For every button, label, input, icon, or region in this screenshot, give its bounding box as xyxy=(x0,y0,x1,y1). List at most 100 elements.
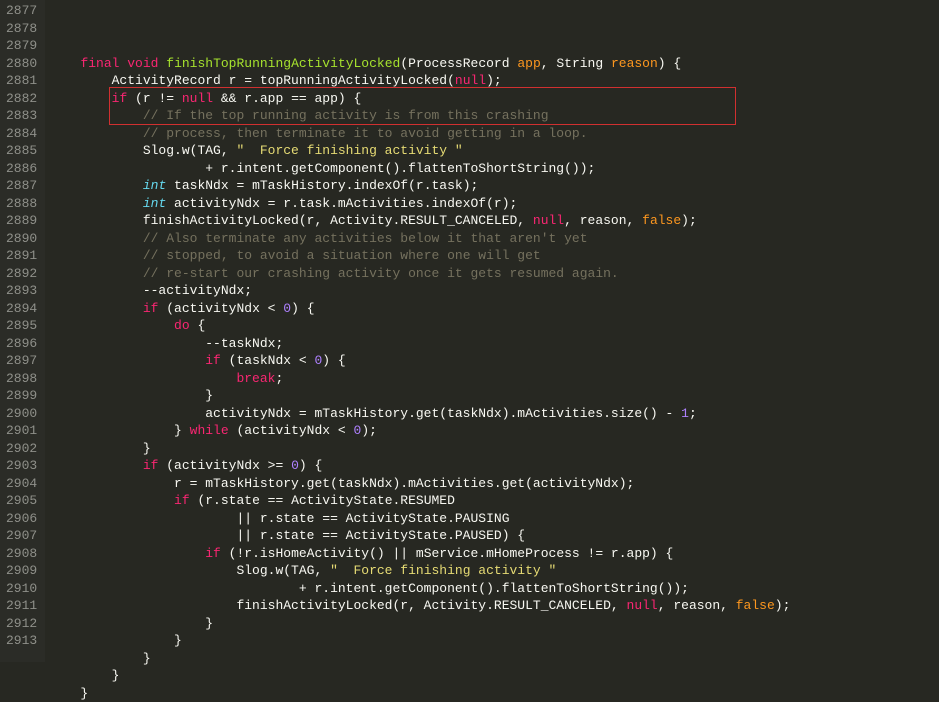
code-token: + r.intent.getComponent().flattenToShort… xyxy=(49,581,689,596)
code-line[interactable]: ActivityRecord r = topRunningActivityLoc… xyxy=(49,72,790,90)
code-line[interactable]: || r.state == ActivityState.PAUSING xyxy=(49,510,790,528)
line-number: 2911 xyxy=(6,597,37,615)
code-token: ); xyxy=(486,73,502,88)
line-number: 2912 xyxy=(6,615,37,633)
line-number: 2900 xyxy=(6,405,37,423)
code-token: + r.intent.getComponent().flattenToShort… xyxy=(49,161,595,176)
code-line[interactable]: } xyxy=(49,667,790,685)
code-token: // re-start our crashing activity once i… xyxy=(143,266,619,281)
code-line[interactable]: } xyxy=(49,650,790,668)
line-number: 2897 xyxy=(6,352,37,370)
code-line[interactable]: } while (activityNdx < 0); xyxy=(49,422,790,440)
code-line[interactable]: if (taskNdx < 0) { xyxy=(49,352,790,370)
code-token xyxy=(49,301,143,316)
code-line[interactable]: if (activityNdx >= 0) { xyxy=(49,457,790,475)
line-number: 2890 xyxy=(6,230,37,248)
code-token: } xyxy=(49,388,213,403)
line-number: 2885 xyxy=(6,142,37,160)
code-token: activityNdx = mTaskHistory.get(taskNdx).… xyxy=(49,406,681,421)
code-token: (activityNdx < xyxy=(158,301,283,316)
code-token: (taskNdx < xyxy=(221,353,315,368)
code-line[interactable]: finishActivityLocked(r, Activity.RESULT_… xyxy=(49,597,790,615)
code-token xyxy=(49,371,236,386)
code-line[interactable]: if (activityNdx < 0) { xyxy=(49,300,790,318)
code-token: --taskNdx; xyxy=(49,336,283,351)
code-area[interactable]: final void finishTopRunningActivityLocke… xyxy=(45,0,790,662)
line-number: 2882 xyxy=(6,90,37,108)
line-number: 2904 xyxy=(6,475,37,493)
code-line[interactable]: --taskNdx; xyxy=(49,335,790,353)
line-number: 2886 xyxy=(6,160,37,178)
line-number: 2883 xyxy=(6,107,37,125)
code-line[interactable]: // Also terminate any activities below i… xyxy=(49,230,790,248)
line-number: 2898 xyxy=(6,370,37,388)
code-line[interactable]: int taskNdx = mTaskHistory.indexOf(r.tas… xyxy=(49,177,790,195)
code-token: if xyxy=(174,493,190,508)
line-number: 2881 xyxy=(6,72,37,90)
code-line[interactable]: || r.state == ActivityState.PAUSED) { xyxy=(49,527,790,545)
code-token: ) { xyxy=(322,353,345,368)
code-line[interactable]: if (r != null && r.app == app) { xyxy=(49,90,790,108)
code-line[interactable]: int activityNdx = r.task.mActivities.ind… xyxy=(49,195,790,213)
code-token xyxy=(49,353,205,368)
code-token: 0 xyxy=(291,458,299,473)
code-line[interactable]: } xyxy=(49,440,790,458)
code-line[interactable]: // re-start our crashing activity once i… xyxy=(49,265,790,283)
code-token xyxy=(49,458,143,473)
code-line[interactable]: activityNdx = mTaskHistory.get(taskNdx).… xyxy=(49,405,790,423)
code-token: int xyxy=(143,178,166,193)
code-line[interactable]: break; xyxy=(49,370,790,388)
code-line[interactable]: } xyxy=(49,387,790,405)
code-token xyxy=(49,266,143,281)
code-line[interactable]: // process, then terminate it to avoid g… xyxy=(49,125,790,143)
code-token: ); xyxy=(681,213,697,228)
code-editor[interactable]: 2877287828792880288128822883288428852886… xyxy=(0,0,939,662)
code-line[interactable]: if (r.state == ActivityState.RESUMED xyxy=(49,492,790,510)
code-line[interactable]: + r.intent.getComponent().flattenToShort… xyxy=(49,580,790,598)
code-line[interactable]: final void finishTopRunningActivityLocke… xyxy=(49,55,790,73)
code-token: (r.state == ActivityState.RESUMED xyxy=(190,493,455,508)
code-token: null xyxy=(627,598,658,613)
code-line[interactable]: r = mTaskHistory.get(taskNdx).mActivitie… xyxy=(49,475,790,493)
code-line[interactable]: } xyxy=(49,615,790,633)
line-number: 2878 xyxy=(6,20,37,38)
code-token xyxy=(49,56,80,71)
code-line[interactable]: + r.intent.getComponent().flattenToShort… xyxy=(49,160,790,178)
code-token: } xyxy=(49,668,119,683)
code-line[interactable]: finishActivityLocked(r, Activity.RESULT_… xyxy=(49,212,790,230)
code-line[interactable]: // If the top running activity is from t… xyxy=(49,107,790,125)
code-token xyxy=(49,196,143,211)
code-line[interactable]: if (!r.isHomeActivity() || mService.mHom… xyxy=(49,545,790,563)
line-number: 2879 xyxy=(6,37,37,55)
code-token xyxy=(49,231,143,246)
code-line[interactable]: } xyxy=(49,685,790,702)
code-token: break xyxy=(236,371,275,386)
code-token: // Also terminate any activities below i… xyxy=(143,231,588,246)
code-token: } xyxy=(49,686,88,701)
code-token: finishTopRunningActivityLocked xyxy=(166,56,400,71)
code-token: " Force finishing activity " xyxy=(330,563,556,578)
code-token: taskNdx = mTaskHistory.indexOf(r.task); xyxy=(166,178,478,193)
code-token xyxy=(49,91,111,106)
code-token: finishActivityLocked(r, Activity.RESULT_… xyxy=(49,213,533,228)
code-token: 1 xyxy=(681,406,689,421)
code-line[interactable]: Slog.w(TAG, " Force finishing activity " xyxy=(49,142,790,160)
code-token: (!r.isHomeActivity() || mService.mHomePr… xyxy=(221,546,673,561)
code-token: || r.state == ActivityState.PAUSING xyxy=(49,511,509,526)
line-number: 2889 xyxy=(6,212,37,230)
code-token: } xyxy=(49,651,150,666)
code-line[interactable]: Slog.w(TAG, " Force finishing activity " xyxy=(49,562,790,580)
code-token: null xyxy=(455,73,486,88)
code-line[interactable]: } xyxy=(49,632,790,650)
line-number: 2880 xyxy=(6,55,37,73)
code-line[interactable]: do { xyxy=(49,317,790,335)
code-token: if xyxy=(143,301,159,316)
code-line[interactable]: --activityNdx; xyxy=(49,282,790,300)
code-token: do xyxy=(174,318,190,333)
code-token xyxy=(49,546,205,561)
code-token xyxy=(49,318,174,333)
code-token: || r.state == ActivityState.PAUSED) { xyxy=(49,528,525,543)
code-token: // If the top running activity is from t… xyxy=(143,108,549,123)
code-line[interactable]: // stopped, to avoid a situation where o… xyxy=(49,247,790,265)
code-token: , reason, xyxy=(658,598,736,613)
